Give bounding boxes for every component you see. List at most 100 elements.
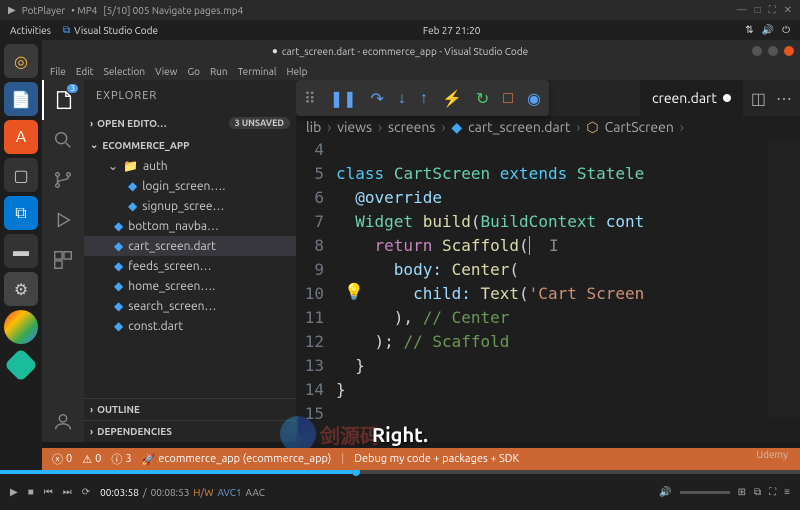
vscode-icon: ⧉ bbox=[63, 24, 70, 36]
file-item[interactable]: ◆feeds_screen… bbox=[84, 256, 296, 276]
dart-icon: ◆ bbox=[128, 179, 137, 193]
inspector-icon[interactable]: ◉ bbox=[527, 89, 541, 108]
clock[interactable]: Feb 27 21:20 bbox=[423, 25, 481, 36]
dock-vscode[interactable]: ⧉ bbox=[4, 196, 38, 230]
info-icon: ⓘ bbox=[111, 451, 122, 467]
drag-handle-icon[interactable]: ⠿ bbox=[304, 89, 316, 108]
lightbulb-icon[interactable]: 💡 bbox=[344, 282, 364, 301]
code-editor[interactable]: 4 5 6 7 8 9 10 11 12 13 14 15 class Cart… bbox=[296, 138, 800, 426]
file-item[interactable]: ◆const.dart bbox=[84, 316, 296, 336]
window-title: cart_screen.dart - ecommerce_app - Visua… bbox=[282, 46, 528, 57]
file-item[interactable]: ◆home_screen…. bbox=[84, 276, 296, 296]
network-icon[interactable]: ⇅ bbox=[745, 24, 753, 36]
menu-go[interactable]: Go bbox=[187, 66, 199, 77]
window-close-icon[interactable] bbox=[784, 46, 794, 56]
dock-terminal[interactable]: ▢ bbox=[4, 158, 38, 192]
dock-files[interactable]: ◎ bbox=[4, 44, 38, 78]
window-minimize-icon[interactable] bbox=[752, 46, 762, 56]
menu-terminal[interactable]: Terminal bbox=[238, 66, 277, 77]
menu-selection[interactable]: Selection bbox=[104, 66, 145, 77]
status-launch[interactable]: 🚀ecommerce_app (ecommerce_app) bbox=[142, 453, 332, 466]
step-into-icon[interactable]: ↓ bbox=[398, 89, 406, 108]
app-indicator[interactable]: ⧉ Visual Studio Code bbox=[63, 24, 158, 36]
file-item[interactable]: ◆signup_scree… bbox=[84, 196, 296, 216]
debug-toolbar[interactable]: ⠿ ❚❚ ↷ ↓ ↑ ⚡ ↻ □ ◉ bbox=[296, 80, 549, 116]
branch-icon bbox=[52, 169, 74, 191]
power-icon[interactable]: ⏻ bbox=[782, 24, 790, 36]
fullscreen-icon[interactable]: ⛶ bbox=[769, 4, 776, 16]
volume-icon[interactable]: 🔊 bbox=[762, 24, 774, 36]
dependencies-section[interactable]: › DEPENDENCIES bbox=[84, 420, 296, 442]
minimap[interactable] bbox=[768, 138, 800, 418]
watermark-logo-icon bbox=[280, 416, 316, 452]
volume-icon[interactable]: 🔊 bbox=[659, 486, 671, 498]
code-content[interactable]: class CartScreen extends Statele @overri… bbox=[336, 138, 800, 426]
file-item[interactable]: ◆bottom_navba… bbox=[84, 216, 296, 236]
maximize-icon[interactable]: □ bbox=[755, 4, 761, 16]
file-item-active[interactable]: ◆cart_screen.dart bbox=[84, 236, 296, 256]
hot-reload-icon[interactable]: ⚡ bbox=[442, 89, 462, 108]
playing-file: [5/10] 005 Navigate pages.mp4 bbox=[103, 5, 243, 16]
status-warnings[interactable]: ⚠0 bbox=[82, 453, 101, 466]
status-debug-mode[interactable]: Debug my code + packages + SDK bbox=[354, 453, 519, 465]
dock-chrome[interactable] bbox=[4, 310, 38, 344]
account-tab[interactable] bbox=[42, 402, 84, 442]
playlist-icon[interactable]: ≡ bbox=[784, 486, 790, 498]
restart-icon[interactable]: ↻ bbox=[476, 89, 489, 108]
menu-run[interactable]: Run bbox=[210, 66, 228, 77]
minimize-icon[interactable]: — bbox=[737, 4, 747, 16]
dock-settings[interactable]: ⚙ bbox=[4, 272, 38, 306]
window-maximize-icon[interactable] bbox=[768, 46, 778, 56]
close-icon[interactable]: ✕ bbox=[784, 4, 792, 16]
step-over-icon[interactable]: ↷ bbox=[371, 89, 384, 108]
aspect-icon[interactable]: ⧉ bbox=[754, 486, 761, 498]
fullscreen-icon[interactable]: ⛶ bbox=[769, 486, 776, 498]
tab-active[interactable]: creen.dart bbox=[640, 80, 743, 116]
file-item[interactable]: ◆login_screen…. bbox=[84, 176, 296, 196]
step-out-icon[interactable]: ↑ bbox=[420, 89, 428, 108]
menu-file[interactable]: File bbox=[50, 66, 66, 77]
breadcrumb[interactable]: lib› views› screens› ◆cart_screen.dart› … bbox=[296, 116, 800, 138]
dart-icon: ◆ bbox=[114, 299, 123, 313]
folder-auth[interactable]: ⌄ 📁 auth bbox=[84, 156, 296, 176]
menu-view[interactable]: View bbox=[155, 66, 177, 77]
dock-item-9[interactable] bbox=[4, 348, 38, 382]
dock-software[interactable]: A bbox=[4, 120, 38, 154]
menu-help[interactable]: Help bbox=[287, 66, 308, 77]
project-section[interactable]: ⌄ ECOMMERCE_APP bbox=[84, 134, 296, 156]
dock-item-6[interactable]: ▬ bbox=[4, 234, 38, 268]
status-info[interactable]: ⓘ3 bbox=[111, 451, 131, 467]
prev-icon[interactable]: ⏮ bbox=[44, 486, 53, 498]
status-errors[interactable]: ⓧ0 bbox=[52, 451, 72, 467]
ubuntu-topbar: Activities ⧉ Visual Studio Code Feb 27 2… bbox=[0, 20, 800, 40]
editor-area: ⠿ ❚❚ ↷ ↓ ↑ ⚡ ↻ □ ◉ creen.dart ◫ ⋯ lib› v… bbox=[296, 80, 800, 442]
next-icon[interactable]: ⏭ bbox=[63, 486, 72, 498]
loop-icon[interactable]: ⟳ bbox=[82, 486, 90, 498]
progress-bar[interactable] bbox=[0, 470, 800, 474]
split-editor-icon[interactable]: ◫ bbox=[751, 89, 766, 108]
extensions-tab[interactable] bbox=[42, 240, 84, 280]
stop-icon[interactable]: □ bbox=[503, 89, 513, 108]
pause-icon[interactable]: ❚❚ bbox=[330, 89, 357, 108]
debug-tab[interactable] bbox=[42, 200, 84, 240]
udemy-watermark: Udemy bbox=[756, 449, 788, 460]
search-tab[interactable] bbox=[42, 120, 84, 160]
dock-document[interactable]: 📄 bbox=[4, 82, 38, 116]
open-editors-section[interactable]: › OPEN EDITO… 3 UNSAVED bbox=[84, 112, 296, 134]
vscode-icon: ⧉ bbox=[15, 204, 26, 223]
explorer-tab[interactable]: 3 bbox=[42, 80, 84, 120]
volume-slider[interactable] bbox=[680, 491, 730, 494]
play-bug-icon bbox=[52, 209, 74, 231]
settings-icon[interactable]: ⊞ bbox=[738, 486, 746, 498]
play-icon[interactable]: ▶ bbox=[10, 486, 18, 498]
menu-edit[interactable]: Edit bbox=[76, 66, 94, 77]
file-item[interactable]: ◆search_screen… bbox=[84, 296, 296, 316]
outline-section[interactable]: › OUTLINE bbox=[84, 398, 296, 420]
gear-icon: ⚙ bbox=[14, 280, 28, 299]
vscode-titlebar: ● cart_screen.dart - ecommerce_app - Vis… bbox=[0, 40, 800, 62]
scm-tab[interactable] bbox=[42, 160, 84, 200]
badge: 3 bbox=[67, 84, 78, 93]
stop-icon[interactable]: ■ bbox=[28, 486, 34, 498]
activities-button[interactable]: Activities bbox=[10, 25, 51, 36]
more-icon[interactable]: ⋯ bbox=[776, 89, 792, 108]
